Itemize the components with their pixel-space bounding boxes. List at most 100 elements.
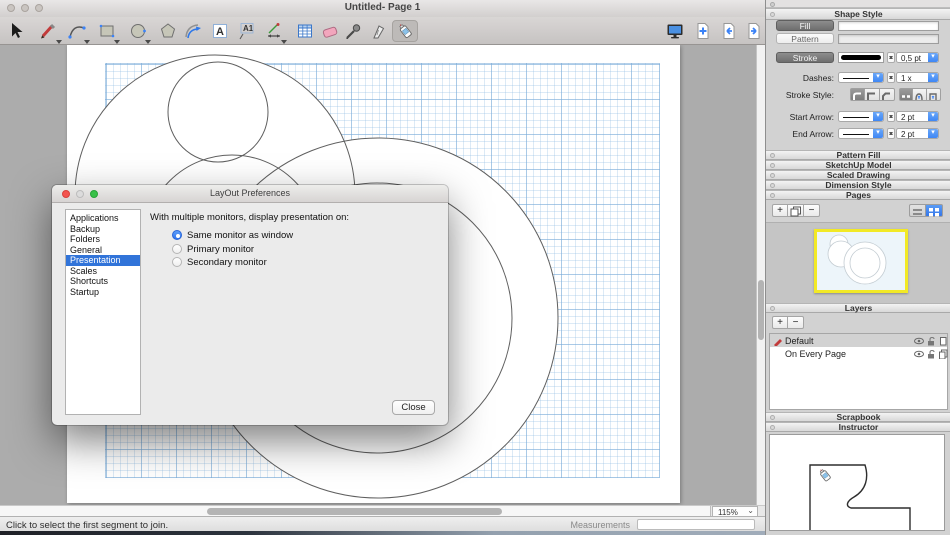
arc-icon xyxy=(67,21,87,41)
pattern-well[interactable] xyxy=(838,34,939,44)
corner-style-bevel-button[interactable] xyxy=(880,88,895,101)
layer-lock-icon[interactable] xyxy=(926,349,936,359)
fill-button[interactable]: Fill xyxy=(776,20,834,31)
pattern-button[interactable]: Pattern xyxy=(776,33,834,44)
end-arrow-dropdown[interactable]: ▾ xyxy=(838,128,884,139)
radio-selected-icon[interactable] xyxy=(172,230,182,240)
measurements-input[interactable] xyxy=(637,519,755,530)
category-scales[interactable]: Scales xyxy=(66,266,140,277)
cap-style-flat-button[interactable] xyxy=(899,88,913,101)
end-arrow-size-combo[interactable]: 2 pt ▾ xyxy=(896,128,939,139)
corner-style-miter-button[interactable] xyxy=(865,88,880,101)
circle-tool-button[interactable] xyxy=(127,20,149,42)
end-arrow-stepper[interactable] xyxy=(887,128,895,139)
stroke-color-swatch[interactable] xyxy=(838,52,884,63)
polygon-icon xyxy=(158,21,178,41)
category-startup[interactable]: Startup xyxy=(66,287,140,298)
arc-tool-button[interactable] xyxy=(66,20,88,42)
start-arrow-label: Start Arrow: xyxy=(766,112,834,122)
section-header-layers[interactable]: Layers xyxy=(766,303,950,313)
section-header-dimension-style[interactable]: Dimension Style xyxy=(766,180,950,190)
vertical-scrollbar[interactable] xyxy=(756,45,765,505)
section-header-scrapbook[interactable]: Scrapbook xyxy=(766,412,950,422)
section-header-sketchup-model[interactable]: SketchUp Model xyxy=(766,160,950,170)
offset-tool-button[interactable] xyxy=(182,20,204,42)
pencil-icon xyxy=(37,21,57,41)
pages-toolbar: + − xyxy=(772,204,820,217)
dashes-scale-stepper[interactable] xyxy=(887,72,895,83)
layer-share-icon[interactable] xyxy=(938,336,948,346)
select-tool-button[interactable] xyxy=(5,20,27,42)
vertical-scrollbar-thumb[interactable] xyxy=(758,280,764,340)
category-applications[interactable]: Applications xyxy=(66,213,140,224)
add-page-button[interactable] xyxy=(692,20,714,42)
cap-style-square-button[interactable] xyxy=(927,88,941,101)
category-backup[interactable]: Backup xyxy=(66,224,140,235)
dashes-scale-combo[interactable]: 1 x ▾ xyxy=(896,72,939,83)
stroke-width-stepper[interactable] xyxy=(887,52,895,63)
stroke-button[interactable]: Stroke xyxy=(776,52,834,63)
tray-close-icon[interactable] xyxy=(770,2,775,7)
start-arrow-stepper[interactable] xyxy=(887,111,895,122)
radio-icon[interactable] xyxy=(172,244,182,254)
split-tool-button[interactable] xyxy=(368,20,390,42)
label-tool-button[interactable]: A1 xyxy=(236,20,258,42)
layer-share-icon[interactable] xyxy=(938,349,948,359)
thumbnail-view-button[interactable] xyxy=(926,204,943,217)
eraser-tool-button[interactable] xyxy=(319,20,341,42)
section-header-shape-style[interactable]: Shape Style xyxy=(766,8,950,20)
fill-color-well[interactable] xyxy=(838,21,939,31)
combo-chevron-icon: ▾ xyxy=(873,73,883,82)
add-layer-button[interactable]: + xyxy=(772,316,788,329)
close-button[interactable]: Close xyxy=(392,400,435,415)
stroke-width-combo[interactable]: 0,5 pt ▾ xyxy=(896,52,939,63)
rectangle-tool-button[interactable] xyxy=(96,20,118,42)
category-shortcuts[interactable]: Shortcuts xyxy=(66,276,140,287)
layer-row-on-every-page[interactable]: On Every Page xyxy=(770,347,947,360)
radio-icon[interactable] xyxy=(172,257,182,267)
corner-style-round-button[interactable] xyxy=(850,88,865,101)
section-header-pattern-fill[interactable]: Pattern Fill xyxy=(766,150,950,160)
delete-page-button[interactable]: − xyxy=(804,204,820,217)
text-tool-button[interactable]: A xyxy=(209,20,231,42)
pages-view-toggle xyxy=(909,204,943,217)
start-presentation-button[interactable] xyxy=(664,20,686,42)
section-header-instructor[interactable]: Instructor xyxy=(766,422,950,432)
add-page-list-button[interactable]: + xyxy=(772,204,788,217)
preferences-titlebar[interactable]: LayOut Preferences xyxy=(52,185,448,203)
start-arrow-dropdown[interactable]: ▾ xyxy=(838,111,884,122)
list-view-button[interactable] xyxy=(909,204,926,217)
arrow-style-icon xyxy=(843,134,869,135)
next-page-button[interactable] xyxy=(743,20,765,42)
delete-layer-button[interactable]: − xyxy=(788,316,804,329)
previous-page-button[interactable] xyxy=(718,20,740,42)
layer-visibility-icon[interactable] xyxy=(914,336,924,346)
previous-page-icon xyxy=(719,21,739,41)
cap-style-round-button[interactable] xyxy=(913,88,927,101)
text-icon: A xyxy=(210,21,230,41)
section-header-scaled-drawing[interactable]: Scaled Drawing xyxy=(766,170,950,180)
duplicate-page-button[interactable] xyxy=(788,204,804,217)
layer-row-default[interactable]: Default xyxy=(770,334,947,347)
layer-lock-icon[interactable] xyxy=(926,336,936,346)
table-tool-button[interactable] xyxy=(294,20,316,42)
preferences-title: LayOut Preferences xyxy=(52,188,448,198)
join-tool-button[interactable] xyxy=(392,20,418,42)
category-folders[interactable]: Folders xyxy=(66,234,140,245)
line-tool-button[interactable] xyxy=(36,20,58,42)
horizontal-scrollbar-thumb[interactable] xyxy=(207,508,502,515)
disclosure-icon xyxy=(770,425,775,430)
start-arrow-size-combo[interactable]: 2 pt ▾ xyxy=(896,111,939,122)
category-presentation[interactable]: Presentation xyxy=(66,255,140,266)
dimension-tool-button[interactable] xyxy=(263,20,285,42)
layer-visibility-icon[interactable] xyxy=(914,349,924,359)
category-general[interactable]: General xyxy=(66,245,140,256)
svg-text:A1: A1 xyxy=(243,24,254,33)
page-1-thumbnail[interactable] xyxy=(814,229,908,293)
rectangle-icon xyxy=(97,21,117,41)
disclosure-icon xyxy=(770,415,775,420)
polygon-tool-button[interactable] xyxy=(157,20,179,42)
section-header-pages[interactable]: Pages xyxy=(766,190,950,200)
dashes-dropdown[interactable]: ▾ xyxy=(838,72,884,83)
style-tool-button[interactable] xyxy=(342,20,364,42)
